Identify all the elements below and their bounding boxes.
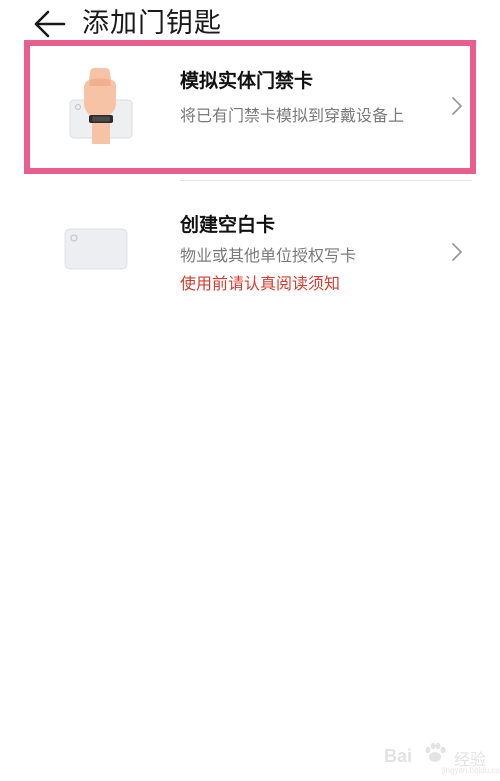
item-description: 将已有门禁卡模拟到穿戴设备上 xyxy=(180,106,405,125)
divider xyxy=(180,180,472,181)
page-title: 添加门钥匙 xyxy=(82,8,222,39)
wrist-card-icon xyxy=(69,68,133,144)
watermark: Bai 经验 jingyan.baidu.com xyxy=(382,738,500,776)
chevron-right-icon xyxy=(452,243,462,261)
read-notice-link[interactable]: 使用前请认真阅读须知 xyxy=(180,272,340,296)
arrow-left-icon[interactable] xyxy=(32,8,68,40)
item-description: 物业或其他单位授权写卡 xyxy=(180,246,357,265)
watermark-brand: Bai xyxy=(384,746,413,766)
chevron-right-icon xyxy=(452,97,462,115)
watermark-url: jingyan.baidu.com xyxy=(442,766,500,775)
blank-card-icon xyxy=(64,228,128,270)
list-item-create-blank-card[interactable]: 创建空白卡 物业或其他单位授权写卡 使用前请认真阅读须知 xyxy=(24,196,476,312)
paw-icon xyxy=(425,742,446,762)
item-title: 模拟实体门禁卡 xyxy=(180,70,314,92)
list-item-emulate-card[interactable]: 模拟实体门禁卡 将已有门禁卡模拟到穿戴设备上 xyxy=(24,40,476,174)
item-title: 创建空白卡 xyxy=(180,214,276,236)
